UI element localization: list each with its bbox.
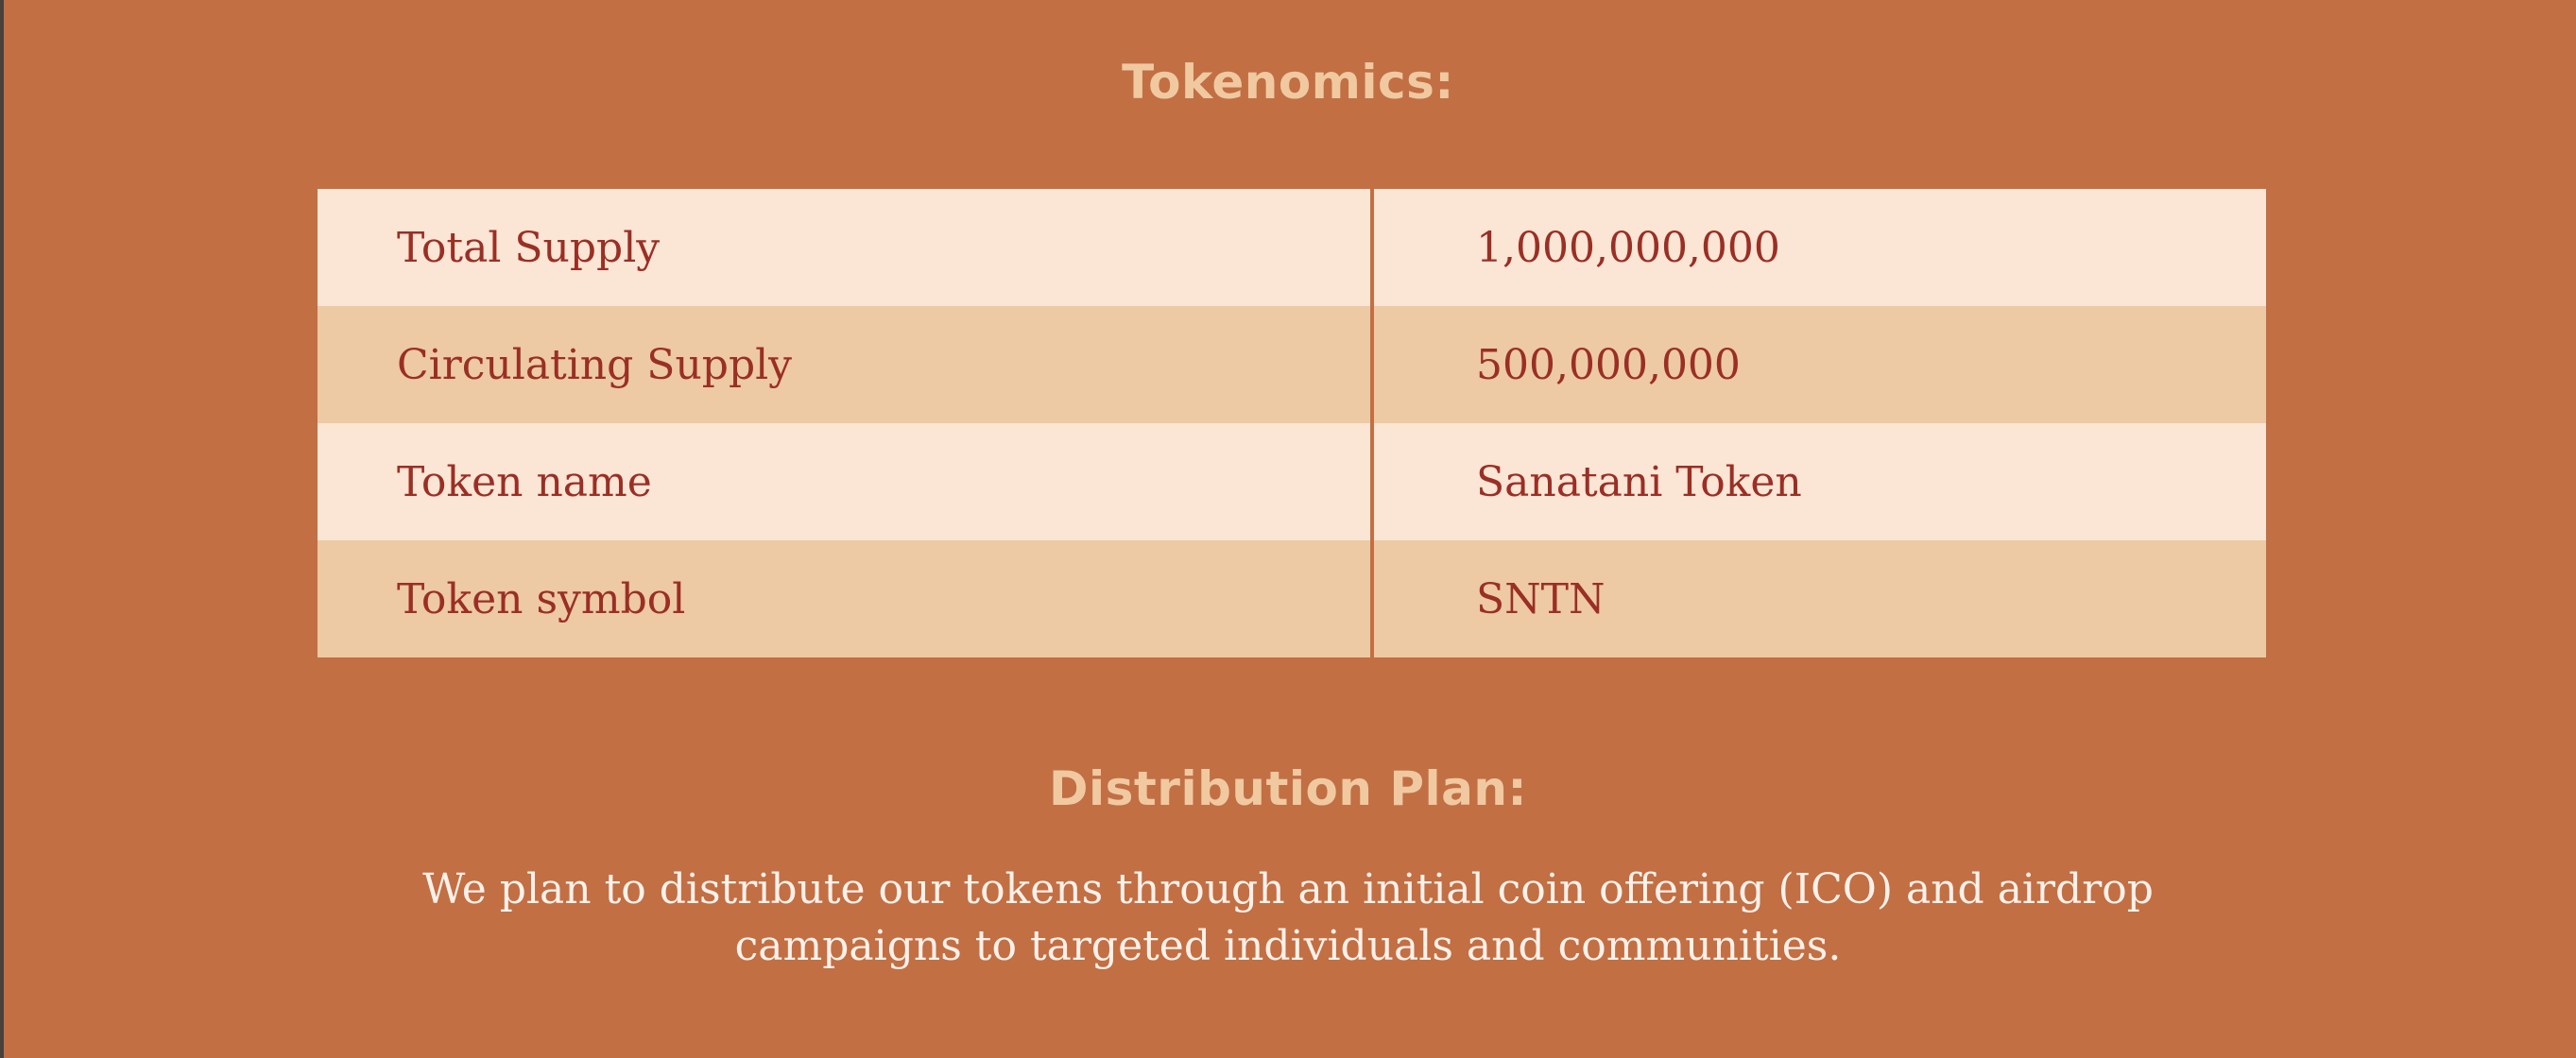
- distribution-plan-heading: Distribution Plan:: [1049, 761, 1527, 816]
- token-name-label: Token name: [318, 423, 1374, 540]
- tokenomics-heading: Tokenomics:: [1122, 55, 1454, 110]
- token-name-value: Sanatani Token: [1372, 423, 2266, 540]
- tokenomics-table: Total Supply 1,000,000,000 Circulating S…: [318, 189, 2266, 657]
- table-row: Token symbol SNTN: [318, 540, 2266, 657]
- token-symbol-label: Token symbol: [318, 540, 1374, 657]
- distribution-plan-text: We plan to distribute our tokens through…: [422, 865, 2154, 970]
- table-row: Token name Sanatani Token: [318, 423, 2266, 540]
- token-symbol-value: SNTN: [1372, 540, 2266, 657]
- table-row: Total Supply 1,000,000,000: [318, 189, 2266, 306]
- total-supply-value: 1,000,000,000: [1372, 189, 2266, 306]
- circulating-supply-label: Circulating Supply: [318, 306, 1374, 423]
- table-row: Circulating Supply 500,000,000: [318, 306, 2266, 423]
- circulating-supply-value: 500,000,000: [1372, 306, 2266, 423]
- window-left-edge: [0, 0, 4, 1058]
- total-supply-label: Total Supply: [318, 189, 1374, 306]
